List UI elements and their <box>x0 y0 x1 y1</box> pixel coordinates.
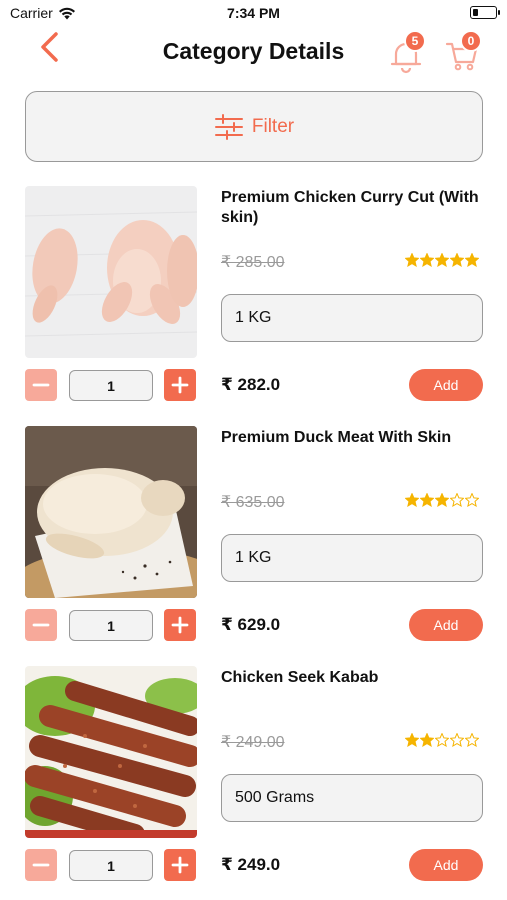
unit-select[interactable]: 1 KG <box>221 294 483 342</box>
add-to-cart-button[interactable]: Add <box>409 369 483 401</box>
product-image[interactable] <box>25 666 197 838</box>
quantity-decrease-button[interactable] <box>25 849 57 881</box>
product-price: ₹ 629.0 <box>221 615 281 634</box>
rating-stars <box>405 493 479 507</box>
product-name[interactable]: Chicken Seek Kabab <box>221 668 483 688</box>
product-image[interactable] <box>25 186 197 358</box>
minus-icon <box>32 383 50 387</box>
quantity-decrease-button[interactable] <box>25 609 57 641</box>
star-filled-icon <box>465 253 479 267</box>
star-outline-icon <box>435 733 449 747</box>
plus-icon <box>171 856 189 874</box>
notifications-button[interactable]: 5 <box>388 30 428 74</box>
raw-duck-image <box>25 426 197 598</box>
quantity-increase-button[interactable] <box>164 369 196 401</box>
star-outline-icon <box>465 733 479 747</box>
chevron-left-icon <box>41 32 58 62</box>
back-button[interactable] <box>34 30 70 66</box>
product-name[interactable]: Premium Chicken Curry Cut (With skin) <box>221 188 483 228</box>
rating-stars <box>405 253 479 267</box>
add-to-cart-button[interactable]: Add <box>409 849 483 881</box>
star-outline-icon <box>450 733 464 747</box>
star-outline-icon <box>450 493 464 507</box>
filter-button[interactable]: Filter <box>25 91 483 162</box>
star-filled-icon <box>450 253 464 267</box>
header: Category Details 5 0 <box>0 28 507 80</box>
minus-icon <box>32 623 50 627</box>
star-filled-icon <box>405 253 419 267</box>
cart-button[interactable]: 0 <box>444 30 484 72</box>
star-filled-icon <box>420 493 434 507</box>
unit-select[interactable]: 1 KG <box>221 534 483 582</box>
star-filled-icon <box>420 733 434 747</box>
minus-icon <box>32 863 50 867</box>
quantity-input[interactable]: 1 <box>69 850 153 881</box>
star-filled-icon <box>435 493 449 507</box>
plus-icon <box>171 616 189 634</box>
original-price: ₹ 249.00 <box>221 734 285 751</box>
rating-stars <box>405 733 479 747</box>
star-filled-icon <box>420 253 434 267</box>
product-card: Premium Chicken Curry Cut (With skin) ₹ … <box>0 186 507 426</box>
product-name[interactable]: Premium Duck Meat With Skin <box>221 428 483 448</box>
plus-icon <box>171 376 189 394</box>
status-bar: Carrier 7:34 PM <box>0 0 507 28</box>
quantity-input[interactable]: 1 <box>69 610 153 641</box>
star-outline-icon <box>465 493 479 507</box>
star-filled-icon <box>435 253 449 267</box>
star-filled-icon <box>405 733 419 747</box>
raw-chicken-image <box>25 186 197 358</box>
original-price: ₹ 285.00 <box>221 254 285 271</box>
product-card: Chicken Seek Kabab ₹ 249.00 500 Grams 1 … <box>0 666 507 900</box>
status-time: 7:34 PM <box>227 5 280 21</box>
product-price: ₹ 249.0 <box>221 855 281 874</box>
filter-label: Filter <box>251 115 295 137</box>
product-card: Premium Duck Meat With Skin ₹ 635.00 1 K… <box>0 426 507 666</box>
quantity-decrease-button[interactable] <box>25 369 57 401</box>
quantity-increase-button[interactable] <box>164 609 196 641</box>
add-to-cart-button[interactable]: Add <box>409 609 483 641</box>
notification-count-badge: 5 <box>404 30 426 52</box>
product-image[interactable] <box>25 426 197 598</box>
original-price: ₹ 635.00 <box>221 494 285 511</box>
seekh-kabab-image <box>25 666 197 838</box>
star-filled-icon <box>405 493 419 507</box>
product-price: ₹ 282.0 <box>221 375 281 394</box>
page-title: Category Details <box>162 38 345 64</box>
quantity-increase-button[interactable] <box>164 849 196 881</box>
battery-icon <box>470 6 500 19</box>
cart-count-badge: 0 <box>460 30 482 52</box>
sliders-icon <box>214 113 243 140</box>
quantity-input[interactable]: 1 <box>69 370 153 401</box>
unit-select[interactable]: 500 Grams <box>221 774 483 822</box>
